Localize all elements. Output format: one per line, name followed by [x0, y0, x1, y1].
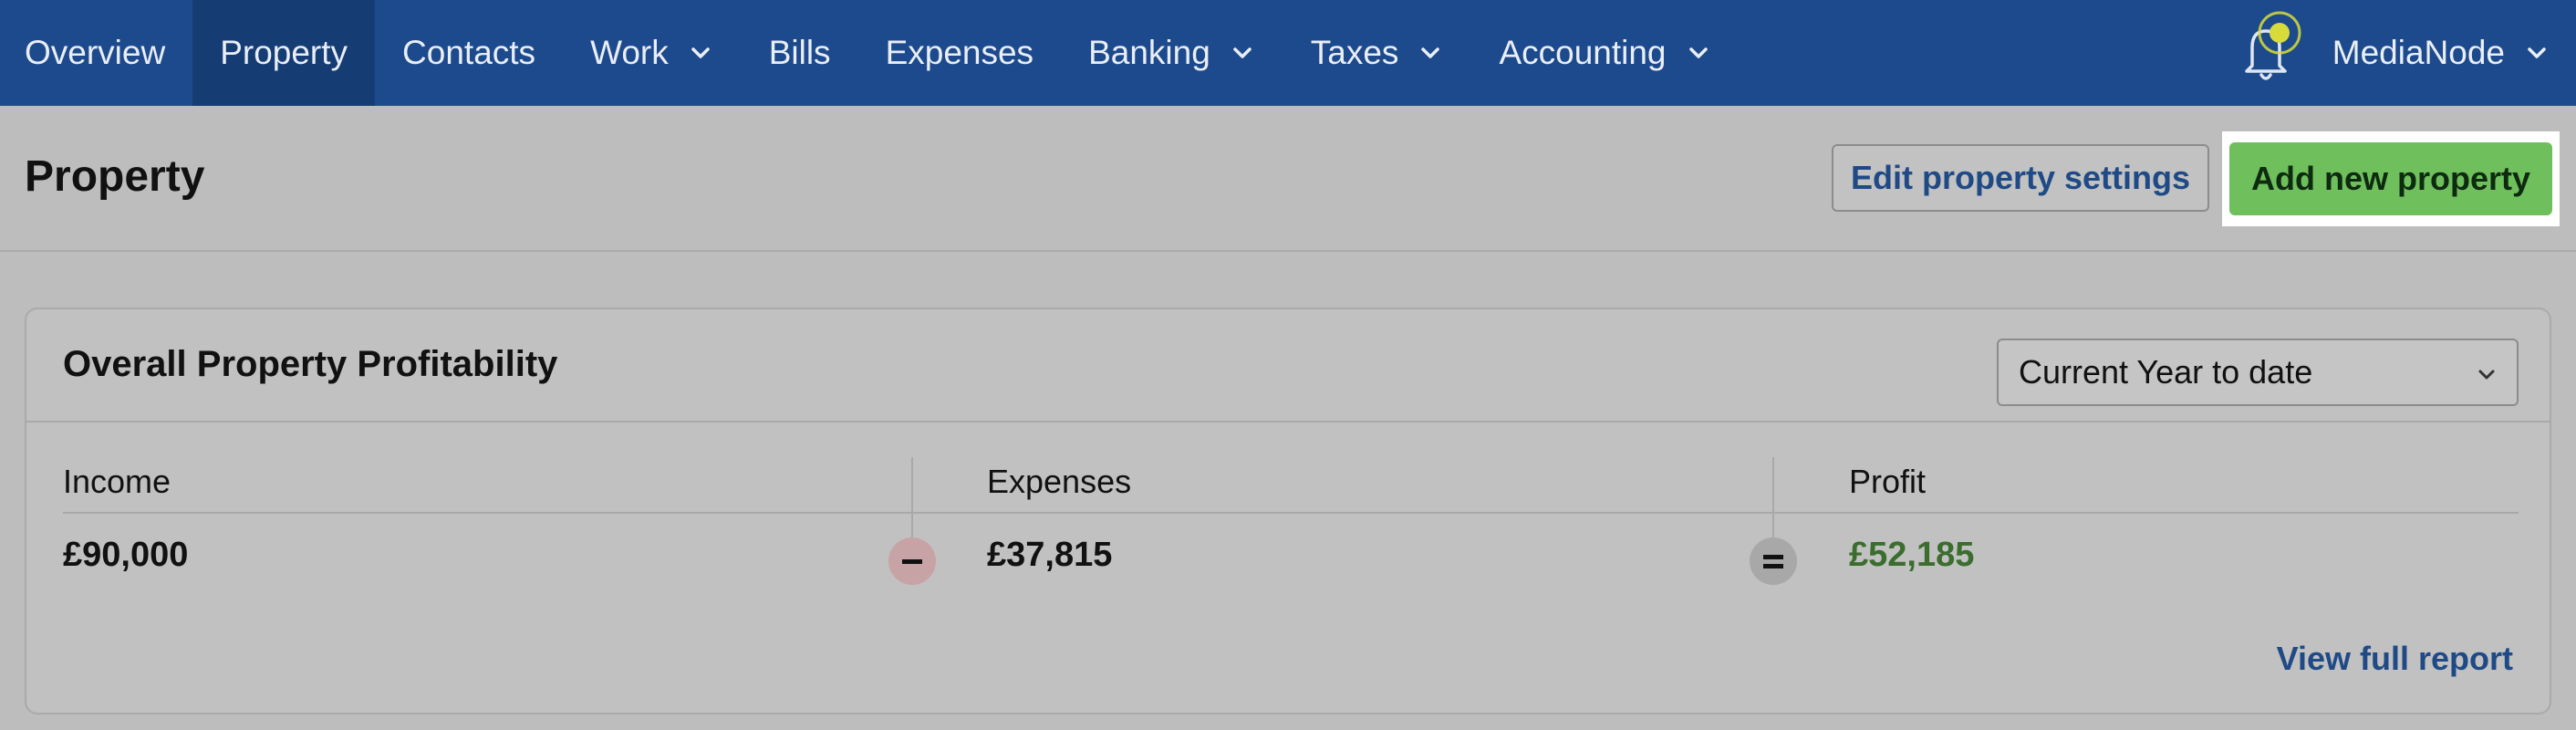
- nav-label: Work: [590, 34, 669, 71]
- column-divider: [911, 457, 913, 539]
- income-label: Income: [63, 463, 171, 500]
- row-divider: [63, 512, 2519, 514]
- view-full-report-link[interactable]: View full report: [2277, 640, 2513, 678]
- edit-property-settings-button[interactable]: Edit property settings: [1832, 144, 2209, 212]
- nav-accounting[interactable]: Accounting: [1471, 0, 1739, 106]
- income-value: £90,000: [63, 536, 189, 574]
- expenses-value: £37,815: [987, 536, 1113, 574]
- card-title: Overall Property Profitability: [63, 344, 558, 384]
- profitability-card: Overall Property Profitability Current Y…: [25, 308, 2551, 714]
- nav-banking[interactable]: Banking: [1061, 0, 1283, 106]
- top-nav: Overview Property Contacts Work Bills Ex…: [0, 0, 2576, 106]
- nav-bills[interactable]: Bills: [742, 0, 858, 106]
- profit-value: £52,185: [1849, 536, 1975, 574]
- chevron-down-icon: [1688, 47, 1708, 58]
- nav-right: MediaNode: [2225, 0, 2576, 106]
- account-name: MediaNode: [2332, 34, 2505, 71]
- card-header: Overall Property Profitability Current Y…: [26, 309, 2550, 422]
- chevron-down-icon: [1421, 47, 1440, 58]
- notifications-button[interactable]: [2225, 0, 2307, 106]
- page-title: Property: [25, 152, 205, 201]
- equals-icon: [1750, 537, 1797, 585]
- nav-work[interactable]: Work: [563, 0, 742, 106]
- nav-label: Overview: [25, 34, 166, 71]
- nav-property[interactable]: Property: [192, 0, 376, 106]
- nav-expenses[interactable]: Expenses: [858, 0, 1062, 106]
- column-divider: [1772, 457, 1774, 539]
- nav-label: Taxes: [1310, 34, 1399, 71]
- period-select[interactable]: Current Year to date: [1997, 339, 2519, 406]
- nav-label: Accounting: [1499, 34, 1667, 71]
- nav-taxes[interactable]: Taxes: [1283, 0, 1472, 106]
- bell-icon: [2245, 11, 2301, 80]
- nav-overview[interactable]: Overview: [0, 0, 192, 106]
- nav-label: Banking: [1088, 34, 1210, 71]
- period-select-value: Current Year to date: [2019, 353, 2313, 391]
- minus-icon: [888, 537, 936, 585]
- add-new-property-button[interactable]: Add new property: [2229, 142, 2552, 215]
- chevron-down-icon: [2478, 370, 2495, 380]
- expenses-label: Expenses: [987, 463, 1132, 500]
- chevron-down-icon: [691, 47, 710, 58]
- nav-contacts[interactable]: Contacts: [375, 0, 563, 106]
- page-header: Property Edit property settings Add new …: [0, 106, 2576, 252]
- nav-label: Contacts: [402, 34, 536, 71]
- nav-label: Bills: [768, 34, 831, 71]
- nav-label: Property: [220, 34, 348, 71]
- account-menu[interactable]: MediaNode: [2332, 34, 2576, 72]
- nav-label: Expenses: [885, 34, 1034, 71]
- profit-label: Profit: [1849, 463, 1927, 500]
- chevron-down-icon: [1233, 47, 1252, 58]
- chevron-down-icon: [2528, 47, 2546, 58]
